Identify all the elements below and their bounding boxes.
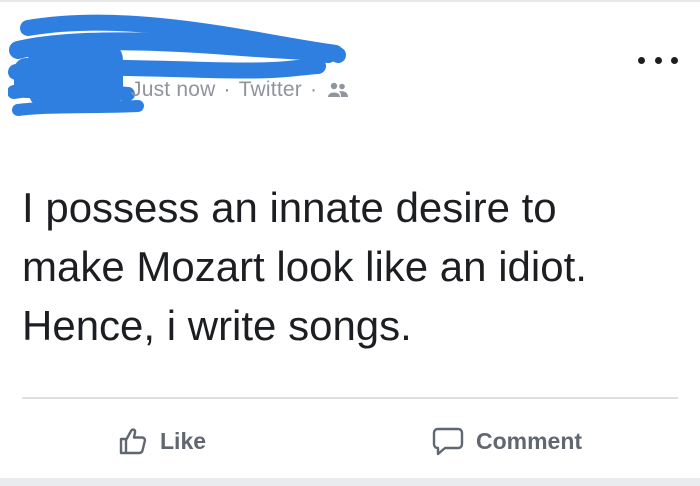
more-options-icon xyxy=(671,56,678,64)
comment-button[interactable]: Comment xyxy=(432,422,582,460)
friends-icon[interactable] xyxy=(327,81,349,99)
like-label: Like xyxy=(160,427,207,454)
more-options-icon xyxy=(638,56,645,64)
actions-divider xyxy=(22,397,678,399)
like-button[interactable]: Like xyxy=(118,422,206,460)
post-source[interactable]: Twitter xyxy=(239,78,302,102)
post-timestamp[interactable]: Just now xyxy=(131,78,215,102)
more-options-button[interactable] xyxy=(638,48,678,72)
facebook-post: Just now · Twitter · I possess an innate… xyxy=(0,0,700,486)
comment-icon xyxy=(432,427,464,456)
more-options-icon xyxy=(654,56,662,64)
feed-background xyxy=(0,478,700,486)
comment-label: Comment xyxy=(476,427,583,454)
meta-separator: · xyxy=(223,78,231,101)
redaction-scribble xyxy=(8,14,346,116)
meta-separator: · xyxy=(309,78,318,101)
post-text: I possess an innate desire to make Mozar… xyxy=(22,184,587,349)
thumbs-up-icon xyxy=(119,428,147,455)
post-meta: Just now · Twitter · xyxy=(131,78,349,102)
